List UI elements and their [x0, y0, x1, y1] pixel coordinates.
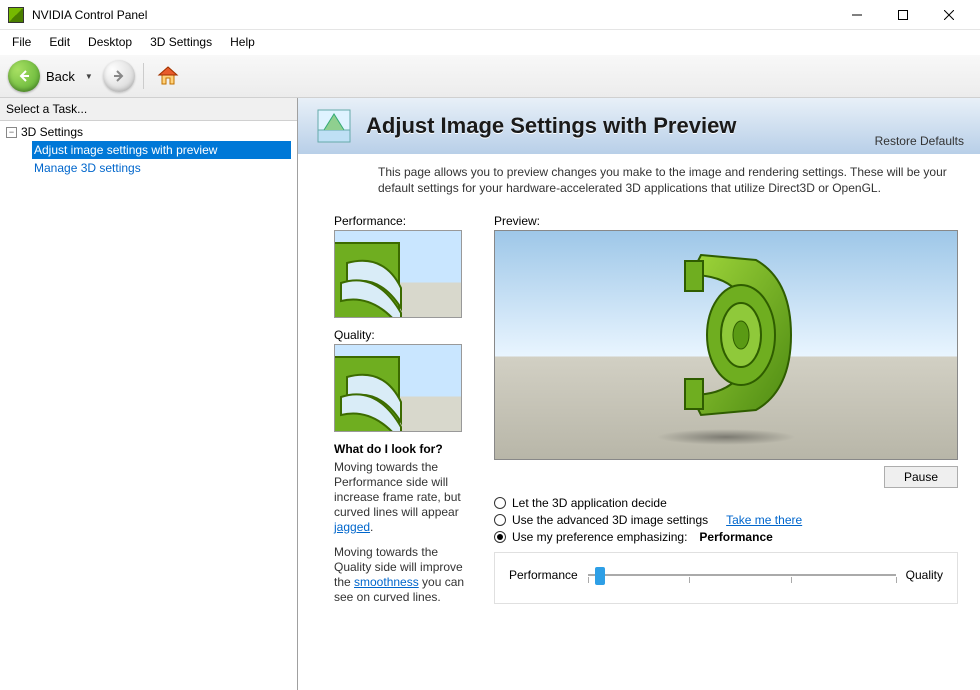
radio-icon [494, 531, 506, 543]
sidebar-header: Select a Task... [0, 98, 297, 121]
arrow-left-icon [16, 68, 32, 84]
radio-label: Use my preference emphasizing: [512, 530, 687, 544]
menu-help[interactable]: Help [222, 33, 263, 51]
radio-label: Use the advanced 3D image settings [512, 513, 708, 527]
take-me-there-link[interactable]: Take me there [726, 513, 802, 527]
tree-root-3d-settings[interactable]: − 3D Settings [6, 125, 291, 139]
preference-slider-group: Performance Quality [494, 552, 958, 604]
tree-collapse-icon[interactable]: − [6, 127, 17, 138]
restore-defaults-link[interactable]: Restore Defaults [875, 134, 964, 148]
page-header: Adjust Image Settings with Preview Resto… [298, 98, 980, 154]
radio-my-preference[interactable]: Use my preference emphasizing: Performan… [494, 530, 958, 544]
preference-slider[interactable] [588, 565, 896, 585]
toolbar: Back ▼ [0, 54, 980, 98]
home-icon [156, 64, 180, 88]
menu-edit[interactable]: Edit [41, 33, 78, 51]
jagged-link[interactable]: jagged [334, 520, 370, 534]
radio-label: Let the 3D application decide [512, 496, 667, 510]
titlebar: NVIDIA Control Panel [0, 0, 980, 30]
slider-thumb[interactable] [595, 567, 605, 585]
forward-button[interactable] [103, 60, 135, 92]
preview-label: Preview: [494, 214, 958, 228]
left-column: Performance: Quality: What [334, 214, 474, 615]
menu-file[interactable]: File [4, 33, 39, 51]
arrow-right-icon [111, 68, 127, 84]
minimize-button[interactable] [834, 0, 880, 30]
preview-viewport [494, 230, 958, 460]
content-pane: Adjust Image Settings with Preview Resto… [298, 98, 980, 690]
pause-button[interactable]: Pause [884, 466, 958, 488]
back-dropdown-caret[interactable]: ▼ [79, 72, 99, 81]
page-header-icon [314, 106, 354, 146]
emphasis-value: Performance [699, 530, 772, 544]
performance-thumbnail [334, 230, 462, 318]
home-button[interactable] [152, 60, 184, 92]
back-label: Back [46, 69, 75, 84]
close-button[interactable] [926, 0, 972, 30]
tree-item-adjust-image[interactable]: Adjust image settings with preview [32, 141, 291, 159]
radio-icon [494, 514, 506, 526]
task-tree: − 3D Settings Adjust image settings with… [0, 121, 297, 181]
nvidia-logo-3d-icon [641, 235, 811, 435]
right-column: Preview: P [494, 214, 958, 615]
page-description: This page allows you to preview changes … [298, 154, 980, 206]
app-icon [8, 7, 24, 23]
tree-item-manage-3d[interactable]: Manage 3D settings [32, 159, 291, 177]
radio-advanced-settings[interactable]: Use the advanced 3D image settings Take … [494, 513, 958, 527]
menu-3d-settings[interactable]: 3D Settings [142, 33, 220, 51]
radio-let-app-decide[interactable]: Let the 3D application decide [494, 496, 958, 510]
what-look-for-header: What do I look for? [334, 442, 474, 456]
maximize-button[interactable] [880, 0, 926, 30]
sidebar: Select a Task... − 3D Settings Adjust im… [0, 98, 298, 690]
what-look-for-p2: Moving towards the Quality side will imp… [334, 545, 474, 605]
slider-left-label: Performance [509, 568, 578, 582]
menubar: File Edit Desktop 3D Settings Help [0, 30, 980, 54]
quality-thumb-label: Quality: [334, 328, 474, 342]
radio-icon [494, 497, 506, 509]
window-title: NVIDIA Control Panel [32, 8, 834, 22]
smoothness-link[interactable]: smoothness [354, 575, 419, 589]
performance-thumb-label: Performance: [334, 214, 474, 228]
what-look-for-p1: Moving towards the Performance side will… [334, 460, 474, 535]
nav-back-group: Back ▼ [8, 60, 135, 92]
menu-desktop[interactable]: Desktop [80, 33, 140, 51]
back-button[interactable] [8, 60, 40, 92]
tree-root-label: 3D Settings [21, 125, 83, 139]
quality-thumbnail [334, 344, 462, 432]
slider-right-label: Quality [906, 568, 943, 582]
toolbar-separator [143, 63, 144, 89]
